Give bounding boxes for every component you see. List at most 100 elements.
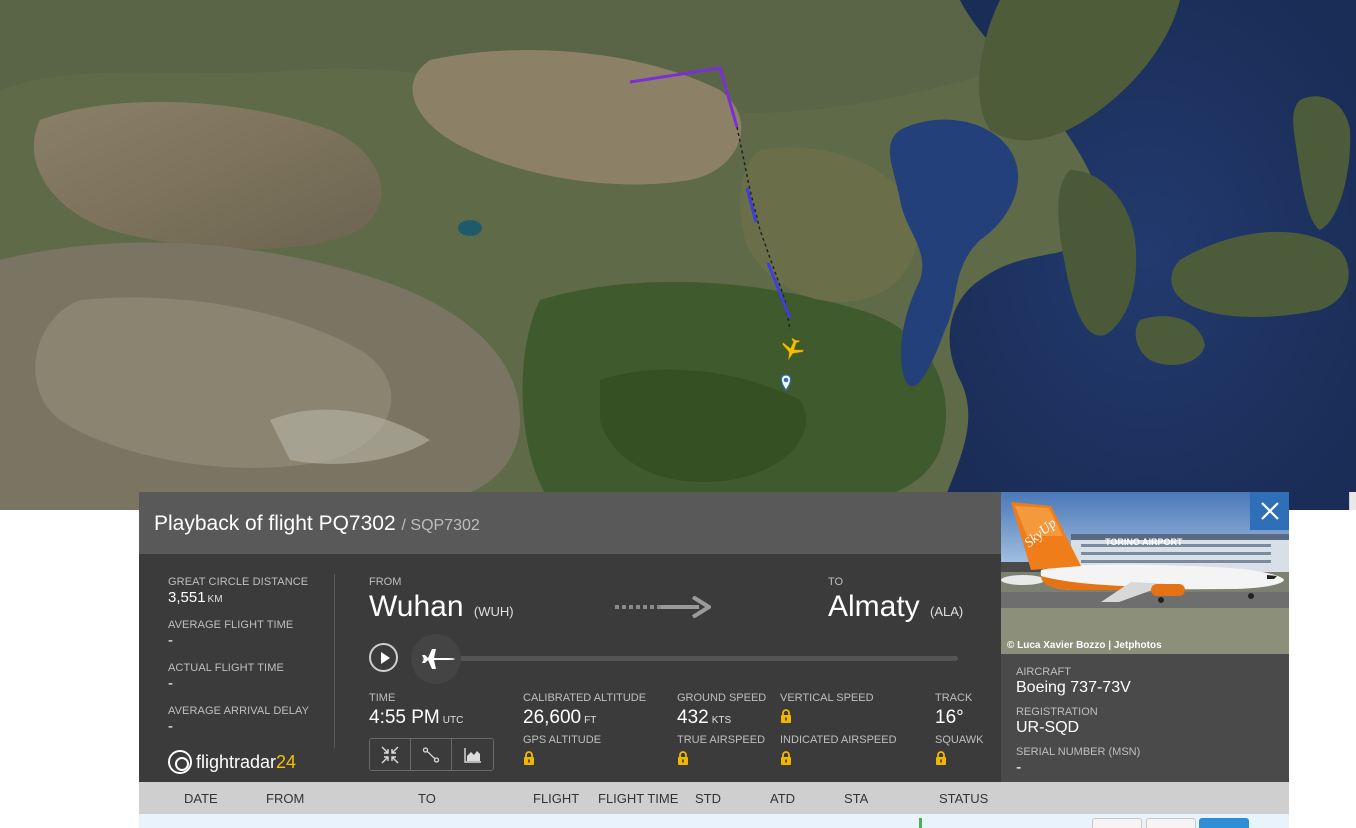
- chart-icon: [463, 747, 481, 763]
- column-flight-time: FLIGHT TIME: [598, 791, 679, 806]
- destination-code: (ALA): [930, 604, 964, 619]
- indicated-airspeed-metric: INDICATED AIRSPEED: [780, 734, 897, 770]
- track-metric: TRACK 16°: [935, 692, 972, 729]
- calibrated-altitude-metric: CALIBRATED ALTITUDE 26,600 FT: [523, 692, 646, 729]
- lock-icon[interactable]: [780, 709, 792, 723]
- collapse-icon: [381, 746, 399, 763]
- stat-value: 3,551 KM: [168, 589, 336, 606]
- metric-value: 432 KTS: [677, 707, 766, 729]
- metric-label: TIME: [369, 692, 396, 704]
- status-indicator: [919, 818, 922, 828]
- stat-value: -: [168, 632, 173, 649]
- photo-credit[interactable]: © Luca Xavier Bozzo | Jetphotos: [1007, 640, 1162, 651]
- origin-city-name: Wuhan: [369, 590, 464, 623]
- row-action-button[interactable]: [1146, 818, 1196, 828]
- great-circle-distance-stat: GREAT CIRCLE DISTANCE 3,551 KM: [168, 576, 336, 606]
- calibrated-altitude-value: 26,600: [523, 707, 582, 728]
- close-icon: [1260, 502, 1279, 520]
- column-to: TO: [418, 791, 436, 806]
- stat-value: -: [168, 718, 173, 735]
- play-button[interactable]: [369, 643, 398, 672]
- metric-label: CALIBRATED ALTITUDE: [523, 692, 647, 704]
- aircraft-photo[interactable]: TORINO AIRPORT SkyUp © Luca Xavier Bozzo…: [1001, 492, 1289, 654]
- column-flight: FLIGHT: [533, 791, 580, 806]
- ground-speed-value: 432: [677, 707, 709, 728]
- route-origin[interactable]: FROM Wuhan (WUH): [369, 576, 514, 624]
- lock-icon[interactable]: [677, 751, 689, 765]
- logo-text: flightradar: [196, 751, 277, 772]
- airport-sign-text: TORINO AIRPORT: [1105, 537, 1183, 547]
- column-status: STATUS: [939, 791, 989, 806]
- metric-label: GPS ALTITUDE: [523, 734, 602, 746]
- column-date: DATE: [184, 791, 218, 806]
- flight-details-section: Playback of flight PQ7302 / SQP7302 GREA…: [139, 492, 1001, 782]
- serial-number-label: SERIAL NUMBER (MSN): [1016, 746, 1141, 758]
- metric-value: 26,600 FT: [523, 707, 646, 729]
- graph-button[interactable]: [452, 739, 493, 770]
- airplane-icon: [422, 649, 455, 669]
- playback-slider-handle[interactable]: [411, 634, 461, 684]
- flightradar24-logo[interactable]: flightradar 24: [168, 750, 296, 774]
- flight-callsign: / SQP7302: [401, 517, 480, 534]
- stats-divider: [334, 574, 335, 748]
- squawk-metric: SQUAWK: [935, 734, 984, 770]
- row-action-button[interactable]: [1092, 818, 1142, 828]
- row-action-button-active[interactable]: [1199, 818, 1249, 828]
- track-value: 16°: [935, 707, 964, 728]
- serial-number-value: -: [1016, 759, 1022, 776]
- satellite-map[interactable]: [0, 0, 1356, 510]
- lock-icon[interactable]: [523, 751, 535, 765]
- stat-label: AVERAGE ARRIVAL DELAY: [168, 705, 310, 717]
- metric-label: GROUND SPEED: [677, 692, 767, 704]
- panel-header: Playback of flight PQ7302 / SQP7302: [139, 492, 1001, 554]
- flight-info-panel: Playback of flight PQ7302 / SQP7302 GREA…: [139, 492, 1289, 828]
- registration-label: REGISTRATION: [1016, 706, 1098, 718]
- origin-city: Wuhan (WUH): [369, 590, 514, 624]
- from-label: FROM: [369, 576, 402, 588]
- actual-flight-time-stat: ACTUAL FLIGHT TIME -: [168, 662, 336, 692]
- radar-logo-icon: [168, 750, 192, 774]
- time-value: 4:55 PM: [369, 707, 440, 728]
- lock-icon[interactable]: [780, 751, 792, 765]
- great-circle-value: 3,551: [168, 589, 206, 606]
- lock-icon[interactable]: [935, 751, 947, 765]
- close-button[interactable]: [1250, 492, 1289, 530]
- gps-altitude-metric: GPS ALTITUDE: [523, 734, 601, 770]
- column-atd: ATD: [770, 791, 796, 806]
- route-arrow-icon: [615, 595, 713, 623]
- metric-label: VERTICAL SPEED: [780, 692, 874, 704]
- metric-value: 4:55 PM UTC: [369, 707, 463, 729]
- ground-speed-unit: KTS: [711, 715, 732, 726]
- flight-stats: GREAT CIRCLE DISTANCE 3,551 KM AVERAGE FL…: [168, 576, 336, 748]
- stat-label: ACTUAL FLIGHT TIME: [168, 662, 284, 674]
- vertical-speed-metric: VERTICAL SPEED: [780, 692, 874, 728]
- metric-label: TRACK: [935, 692, 973, 704]
- destination-city-name: Almaty: [828, 590, 920, 623]
- time-unit: UTC: [442, 715, 464, 726]
- view-tools: [369, 738, 494, 771]
- aircraft-info: AIRCRAFT Boeing 737-73V REGISTRATION UR-…: [1016, 666, 1140, 777]
- flight-history-table-header: DATE FROM TO FLIGHT FLIGHT TIME STD ATD …: [139, 782, 1289, 814]
- aircraft-label: AIRCRAFT: [1016, 666, 1071, 678]
- flight-title: Playback of flight PQ7302: [154, 512, 396, 535]
- route-icon: [422, 746, 440, 763]
- playback-timeline[interactable]: [437, 656, 958, 661]
- fit-view-button[interactable]: [370, 739, 411, 770]
- great-circle-unit: KM: [207, 594, 223, 605]
- origin-code: (WUH): [473, 604, 514, 619]
- aircraft-type-value[interactable]: Boeing 737-73V: [1016, 679, 1140, 697]
- route-destination[interactable]: TO Almaty (ALA): [828, 576, 963, 624]
- metric-label: SQUAWK: [935, 734, 984, 746]
- panel-title: Playback of flight PQ7302 / SQP7302: [154, 512, 480, 536]
- registration-value[interactable]: UR-SQD: [1016, 719, 1140, 737]
- metric-label: TRUE AIRSPEED: [677, 734, 766, 746]
- column-from: FROM: [266, 791, 305, 806]
- average-flight-time-stat: AVERAGE FLIGHT TIME -: [168, 619, 336, 649]
- to-label: TO: [828, 576, 844, 588]
- metric-label: INDICATED AIRSPEED: [780, 734, 897, 746]
- true-airspeed-metric: TRUE AIRSPEED: [677, 734, 765, 770]
- calibrated-altitude-unit: FT: [584, 715, 597, 726]
- time-metric: TIME 4:55 PM UTC: [369, 692, 463, 729]
- route-button[interactable]: [411, 739, 452, 770]
- map-scrollbar[interactable]: [1349, 492, 1356, 510]
